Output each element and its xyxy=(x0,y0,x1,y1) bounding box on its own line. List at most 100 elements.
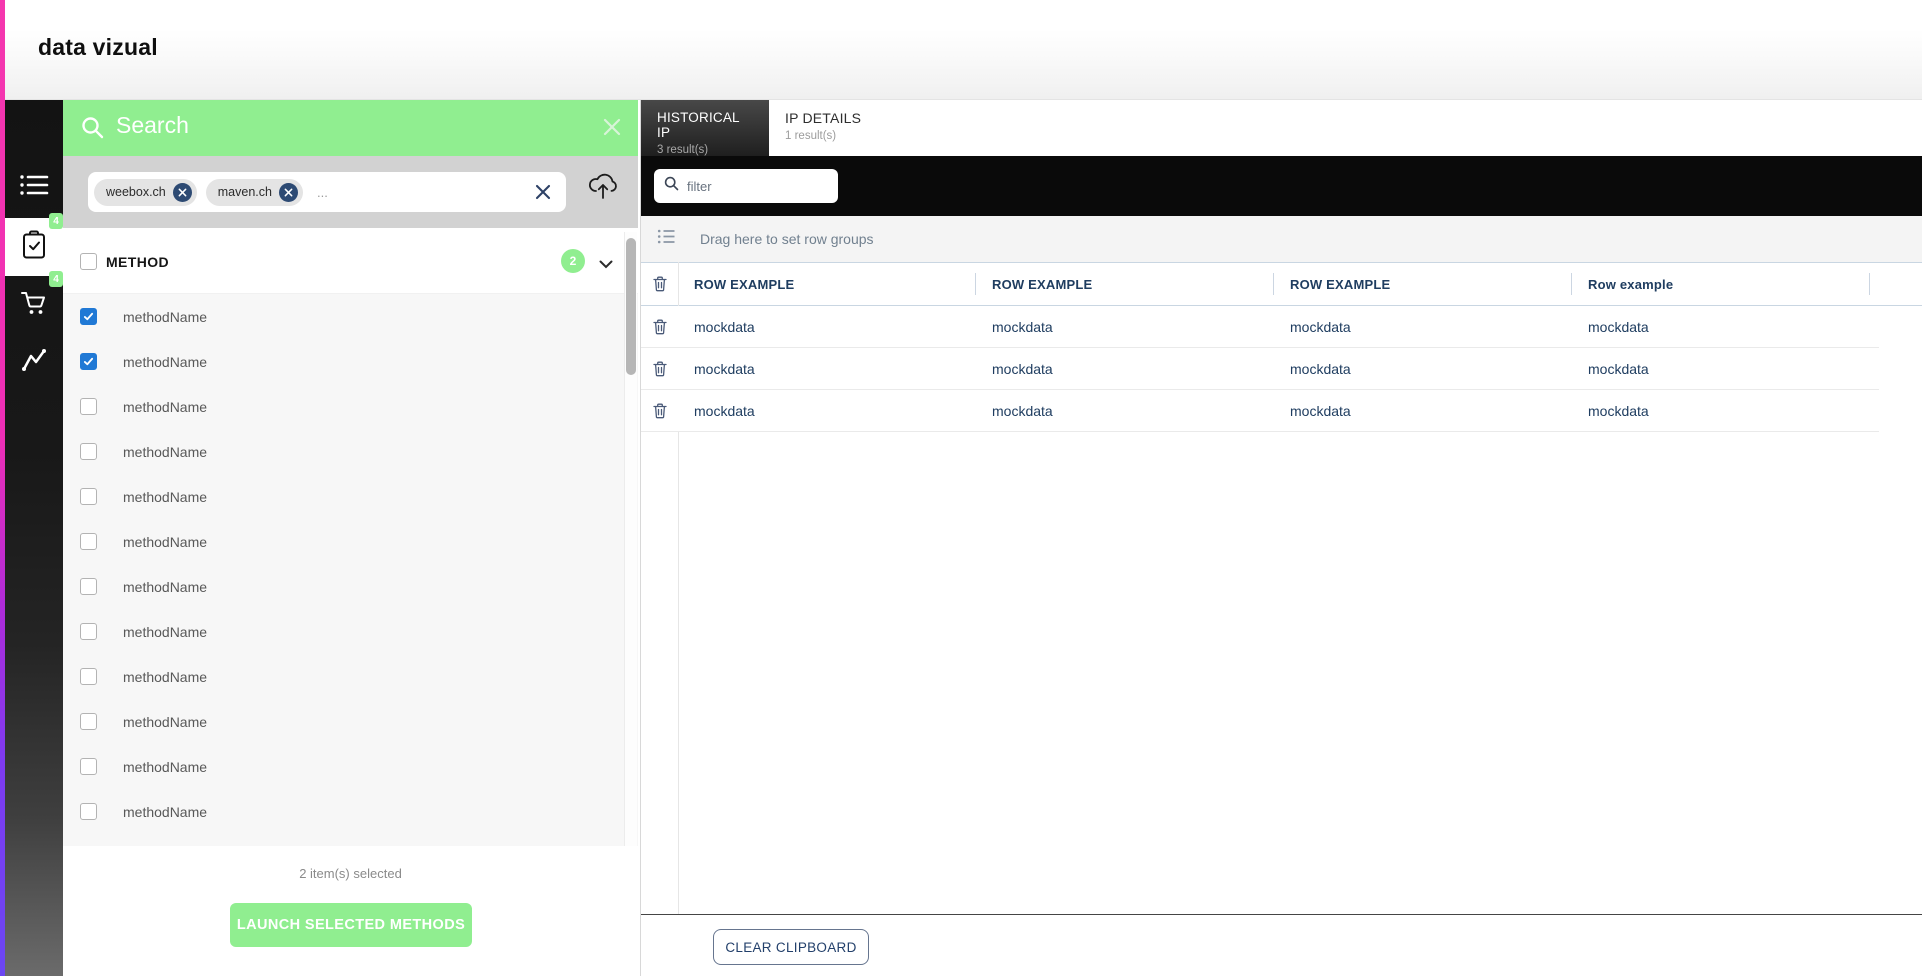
table-cell: mockdata xyxy=(678,390,976,431)
method-checkbox[interactable] xyxy=(80,758,97,775)
method-list-item[interactable]: methodName xyxy=(63,339,638,384)
method-checkbox[interactable] xyxy=(80,713,97,730)
method-checkbox[interactable] xyxy=(80,308,97,325)
method-label: methodName xyxy=(123,354,207,370)
tab-ip-details[interactable]: IP DETAILS 1 result(s) xyxy=(769,100,877,156)
line-chart-icon xyxy=(20,347,48,380)
column-header[interactable]: ROW EXAMPLE xyxy=(976,263,1274,305)
cart-count-badge: 4 xyxy=(49,271,63,287)
menu-list-icon xyxy=(19,173,49,202)
selected-count-badge: 2 xyxy=(561,249,585,273)
method-label: methodName xyxy=(123,399,207,415)
search-chip: maven.ch xyxy=(206,179,303,206)
row-delete-button[interactable] xyxy=(641,348,678,389)
method-label: methodName xyxy=(123,489,207,505)
method-list-item[interactable]: methodName xyxy=(63,294,638,339)
method-section-label: METHOD xyxy=(106,254,169,270)
method-list-item[interactable]: methodName xyxy=(63,429,638,474)
method-checkbox[interactable] xyxy=(80,668,97,685)
filter-input[interactable] xyxy=(687,179,817,194)
filter-box xyxy=(654,169,838,203)
table-cell: mockdata xyxy=(678,348,976,389)
select-all-checkbox[interactable] xyxy=(80,253,97,270)
method-checkbox[interactable] xyxy=(80,488,97,505)
method-checkbox[interactable] xyxy=(80,803,97,820)
table-row[interactable]: mockdatamockdatamockdatamockdata xyxy=(641,348,1879,390)
method-checkbox[interactable] xyxy=(80,578,97,595)
method-checkbox[interactable] xyxy=(80,398,97,415)
row-group-hint: Drag here to set row groups xyxy=(700,231,874,247)
method-label: methodName xyxy=(123,444,207,460)
sidebar-item-cart[interactable]: 4 xyxy=(5,276,63,334)
search-chip: weebox.ch xyxy=(94,179,197,206)
clear-search-icon[interactable] xyxy=(534,183,552,206)
table-cell: mockdata xyxy=(1274,390,1572,431)
table-cell: mockdata xyxy=(976,348,1274,389)
table-cell: mockdata xyxy=(1274,306,1572,347)
search-chips-bar: weebox.chmaven.ch ... xyxy=(63,156,638,228)
row-delete-button[interactable] xyxy=(641,306,678,347)
methods-count-badge: 4 xyxy=(49,213,63,229)
method-checkbox[interactable] xyxy=(80,533,97,550)
method-list-item[interactable]: methodName xyxy=(63,654,638,699)
column-header[interactable]: ROW EXAMPLE xyxy=(1274,263,1572,305)
method-list-item[interactable]: methodName xyxy=(63,609,638,654)
tab-historical-ip[interactable]: HISTORICAL IP 3 result(s) xyxy=(641,100,769,156)
column-header[interactable]: ROW EXAMPLE xyxy=(678,263,976,305)
table-row[interactable]: mockdatamockdatamockdatamockdata xyxy=(641,390,1879,432)
results-tab-bar: HISTORICAL IP 3 result(s) IP DETAILS 1 r… xyxy=(641,100,1922,156)
method-label: methodName xyxy=(123,309,207,325)
method-checkbox[interactable] xyxy=(80,443,97,460)
scrollbar-thumb[interactable] xyxy=(626,238,636,375)
chip-label: weebox.ch xyxy=(106,185,166,199)
method-label: methodName xyxy=(123,534,207,550)
clipboard-check-icon xyxy=(21,230,47,265)
sidebar-item-stats[interactable] xyxy=(5,334,63,392)
sidebar-item-methods[interactable]: 4 xyxy=(5,218,63,276)
method-list-item[interactable]: methodName xyxy=(63,474,638,519)
selected-items-text: 2 item(s) selected xyxy=(63,866,638,881)
method-list-item[interactable]: methodName xyxy=(63,384,638,429)
sidebar: 4 4 xyxy=(5,100,63,976)
method-label: methodName xyxy=(123,579,207,595)
page-title: data vizual xyxy=(38,34,158,61)
method-list-item[interactable]: methodName xyxy=(63,699,638,744)
tab-title: IP DETAILS xyxy=(785,110,861,126)
clipboard-bar: CLEAR CLIPBOARD xyxy=(641,915,1922,976)
search-panel-header: Search xyxy=(63,100,638,156)
launch-selected-methods-button[interactable]: LAUNCH SELECTED METHODS xyxy=(230,903,472,947)
method-label: methodName xyxy=(123,624,207,640)
table-cell: mockdata xyxy=(1572,348,1870,389)
grid-header-row: ROW EXAMPLEROW EXAMPLEROW EXAMPLERow exa… xyxy=(641,262,1922,306)
app-header: data vizual xyxy=(5,0,1922,100)
row-groups-icon xyxy=(657,228,676,250)
chevron-down-icon[interactable] xyxy=(599,256,613,274)
method-list-item[interactable]: methodName xyxy=(63,564,638,609)
search-input[interactable]: weebox.chmaven.ch ... xyxy=(88,172,566,212)
method-list-item[interactable]: methodName xyxy=(63,744,638,789)
chip-remove-icon[interactable] xyxy=(173,183,192,202)
method-list-item[interactable]: methodName xyxy=(63,789,638,834)
table-cell: mockdata xyxy=(1274,348,1572,389)
table-cell: mockdata xyxy=(976,306,1274,347)
filter-search-icon xyxy=(664,176,679,196)
tab-result-count: 1 result(s) xyxy=(785,130,861,142)
sidebar-item-menu[interactable] xyxy=(5,158,63,216)
close-icon[interactable] xyxy=(602,117,622,142)
clear-clipboard-button[interactable]: CLEAR CLIPBOARD xyxy=(713,929,869,965)
method-checkbox[interactable] xyxy=(80,623,97,640)
method-list-item[interactable]: methodName xyxy=(63,519,638,564)
method-label: methodName xyxy=(123,669,207,685)
method-checkbox[interactable] xyxy=(80,353,97,370)
table-cell: mockdata xyxy=(678,306,976,347)
column-header[interactable]: Row example xyxy=(1572,263,1870,305)
row-group-drop-zone[interactable]: Drag here to set row groups xyxy=(641,216,1922,262)
chip-remove-icon[interactable] xyxy=(279,183,298,202)
cloud-upload-icon[interactable] xyxy=(585,169,621,206)
grid-body: mockdatamockdatamockdatamockdatamockdata… xyxy=(641,306,1879,432)
method-list: methodNamemethodNamemethodNamemethodName… xyxy=(63,294,638,846)
row-delete-button[interactable] xyxy=(641,390,678,431)
table-cell: mockdata xyxy=(1572,306,1870,347)
table-row[interactable]: mockdatamockdatamockdatamockdata xyxy=(641,306,1879,348)
search-icon xyxy=(80,115,106,146)
